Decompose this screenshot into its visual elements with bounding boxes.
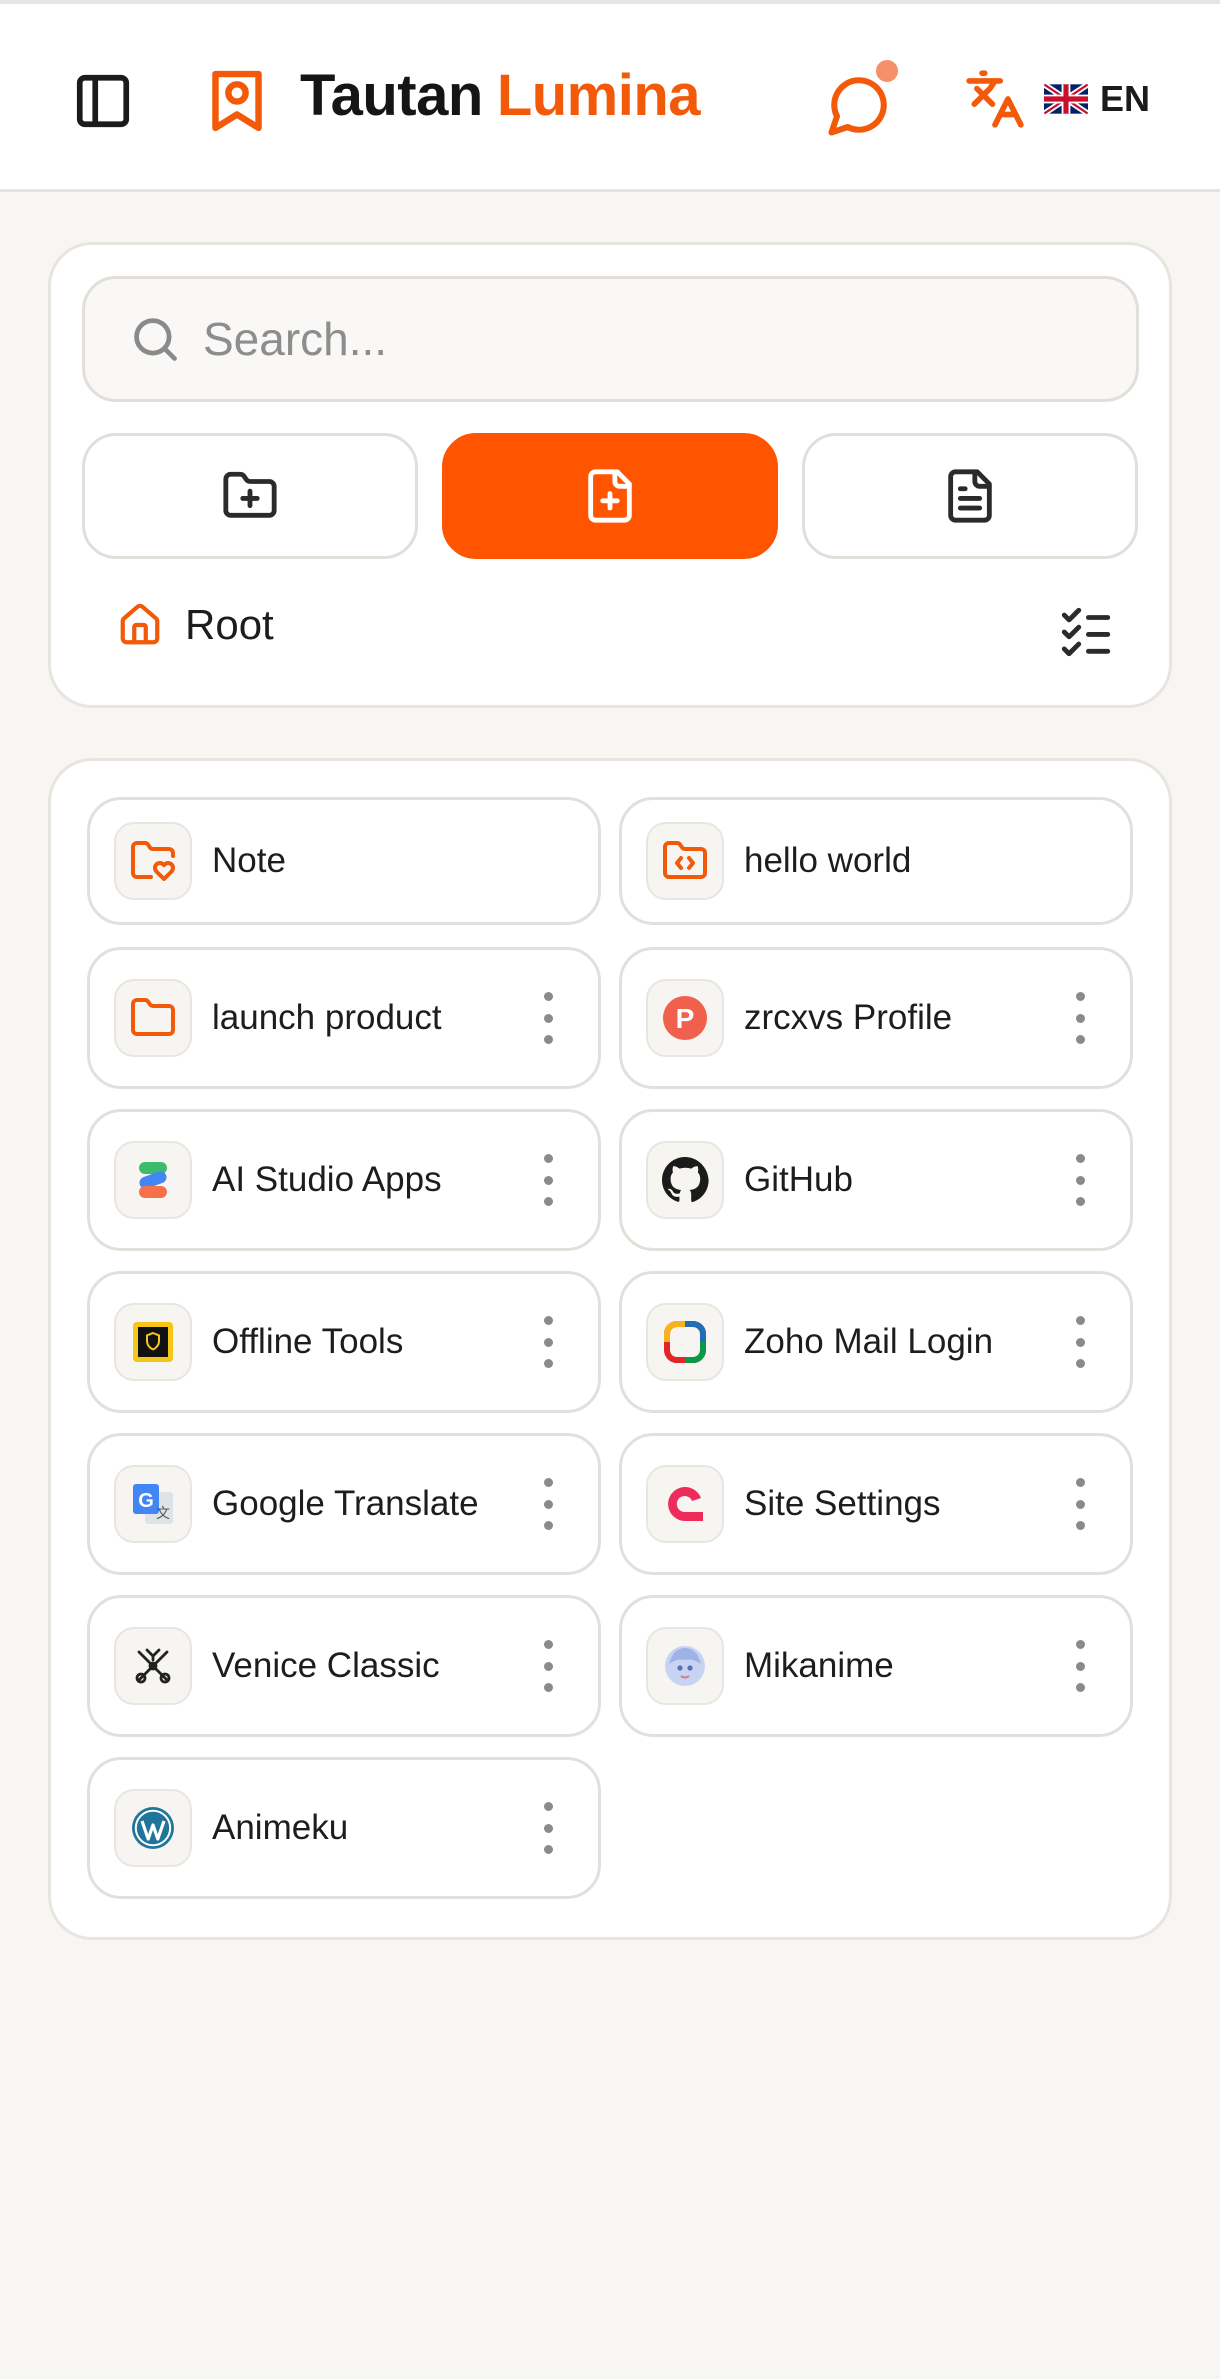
more-options-icon[interactable] — [538, 992, 558, 1044]
notes-button[interactable] — [802, 433, 1138, 559]
more-options-icon[interactable] — [538, 1154, 558, 1206]
svg-text:G: G — [138, 1490, 154, 1512]
items-card: Note hello world launch product P zrcxvs… — [48, 758, 1172, 1940]
link-tile-animeku[interactable]: Animeku — [87, 1757, 601, 1899]
tile-label: Google Translate — [212, 1484, 479, 1523]
more-options-icon[interactable] — [1070, 992, 1090, 1044]
tile-label: Site Settings — [744, 1484, 941, 1523]
tile-icon-box: P — [646, 979, 724, 1057]
tile-icon-box — [114, 1141, 192, 1219]
svg-text:文: 文 — [156, 1506, 170, 1522]
folder-tile-hello-world[interactable]: hello world — [619, 797, 1133, 925]
tile-label: Mikanime — [744, 1646, 894, 1685]
toolbar-card: Root — [48, 242, 1172, 708]
link-tile-github[interactable]: GitHub — [619, 1109, 1133, 1251]
link-tile-site-settings[interactable]: Site Settings — [619, 1433, 1133, 1575]
svg-text:P: P — [676, 1003, 695, 1034]
tile-icon-box — [114, 822, 192, 900]
p-badge-icon: P — [663, 996, 707, 1040]
folder-tile-note[interactable]: Note — [87, 797, 601, 925]
more-options-icon[interactable] — [1070, 1316, 1090, 1368]
link-tile-ai-studio-apps[interactable]: AI Studio Apps — [87, 1109, 601, 1251]
tile-icon-box — [114, 1627, 192, 1705]
checklist-icon[interactable] — [1057, 603, 1115, 661]
folder-heart-icon — [131, 841, 175, 881]
more-options-icon[interactable] — [538, 1478, 558, 1530]
more-options-icon[interactable] — [1070, 1640, 1090, 1692]
tile-label: zrcxvs Profile — [744, 998, 953, 1037]
search-input[interactable] — [203, 312, 1063, 366]
more-options-icon[interactable] — [538, 1802, 558, 1854]
search-bar — [82, 276, 1139, 402]
sidebar-icon — [76, 74, 130, 128]
brand-title: Tautan Lumina — [300, 62, 701, 129]
tile-label: Animeku — [212, 1808, 349, 1847]
ai-studio-icon — [139, 1162, 167, 1198]
tile-icon-box — [114, 979, 192, 1057]
venice-emblem-icon — [135, 1648, 171, 1684]
link-tile-zrcxvs-profile[interactable]: P zrcxvs Profile — [619, 947, 1133, 1089]
brand-primary: Tautan — [300, 63, 483, 128]
link-tile-mikanime[interactable]: Mikanime — [619, 1595, 1133, 1737]
tile-icon-box — [646, 1303, 724, 1381]
link-tile-offline-tools[interactable]: Offline Tools — [87, 1271, 601, 1413]
shield-square-icon — [133, 1322, 173, 1362]
tile-label: Zoho Mail Login — [744, 1322, 994, 1361]
message-circle-icon — [828, 77, 887, 136]
translate-button[interactable] — [964, 68, 1030, 134]
tile-label: launch product — [212, 998, 442, 1037]
more-options-icon[interactable] — [1070, 1154, 1090, 1206]
zoho-mail-icon — [664, 1321, 706, 1363]
file-text-icon — [948, 469, 992, 523]
new-folder-button[interactable] — [82, 433, 418, 559]
tile-icon-box — [114, 1303, 192, 1381]
tile-icon-box — [114, 1789, 192, 1867]
new-link-button[interactable] — [442, 433, 778, 559]
bookmark-logo-icon — [212, 70, 262, 132]
more-options-icon[interactable] — [538, 1316, 558, 1368]
tile-icon-box — [646, 1141, 724, 1219]
tile-label: Venice Classic — [212, 1646, 440, 1685]
breadcrumb[interactable]: Root — [117, 601, 274, 649]
folder-icon — [131, 998, 175, 1036]
tile-icon-box — [646, 1627, 724, 1705]
languages-icon — [966, 70, 1024, 128]
sidebar-toggle-button[interactable] — [68, 66, 138, 136]
link-tile-google-translate[interactable]: G文 Google Translate — [87, 1433, 601, 1575]
more-options-icon[interactable] — [1070, 1478, 1090, 1530]
breadcrumb-root: Root — [185, 601, 274, 648]
anime-avatar-icon — [665, 1646, 705, 1686]
tile-label: hello world — [744, 841, 912, 880]
home-icon — [120, 603, 160, 645]
folder-tile-launch-product[interactable]: launch product — [87, 947, 601, 1089]
language-code: EN — [1100, 78, 1151, 119]
uk-flag-icon — [1044, 83, 1088, 115]
search-icon — [134, 318, 177, 361]
link-tile-zoho-mail-login[interactable]: Zoho Mail Login — [619, 1271, 1133, 1413]
more-options-icon[interactable] — [538, 1640, 558, 1692]
tile-label: Note — [212, 841, 286, 880]
tile-icon-box: G文 — [114, 1465, 192, 1543]
link-tile-venice-classic[interactable]: Venice Classic — [87, 1595, 601, 1737]
tile-icon-box — [646, 822, 724, 900]
app-header: Tautan Lumina EN — [0, 0, 1220, 192]
language-selector[interactable]: EN — [1044, 78, 1150, 120]
tile-icon-box — [646, 1465, 724, 1543]
brand-accent: Lumina — [496, 63, 701, 128]
notification-dot — [876, 60, 898, 82]
google-translate-icon: G文 — [133, 1484, 173, 1524]
tile-label: AI Studio Apps — [212, 1160, 442, 1199]
tile-label: Offline Tools — [212, 1322, 404, 1361]
file-plus-icon — [588, 469, 632, 523]
tile-label: GitHub — [744, 1160, 853, 1199]
folder-plus-icon — [223, 471, 277, 518]
github-icon — [662, 1157, 709, 1203]
wordpress-icon — [132, 1807, 174, 1849]
folder-code-icon — [663, 841, 707, 879]
site-settings-icon — [668, 1487, 703, 1521]
